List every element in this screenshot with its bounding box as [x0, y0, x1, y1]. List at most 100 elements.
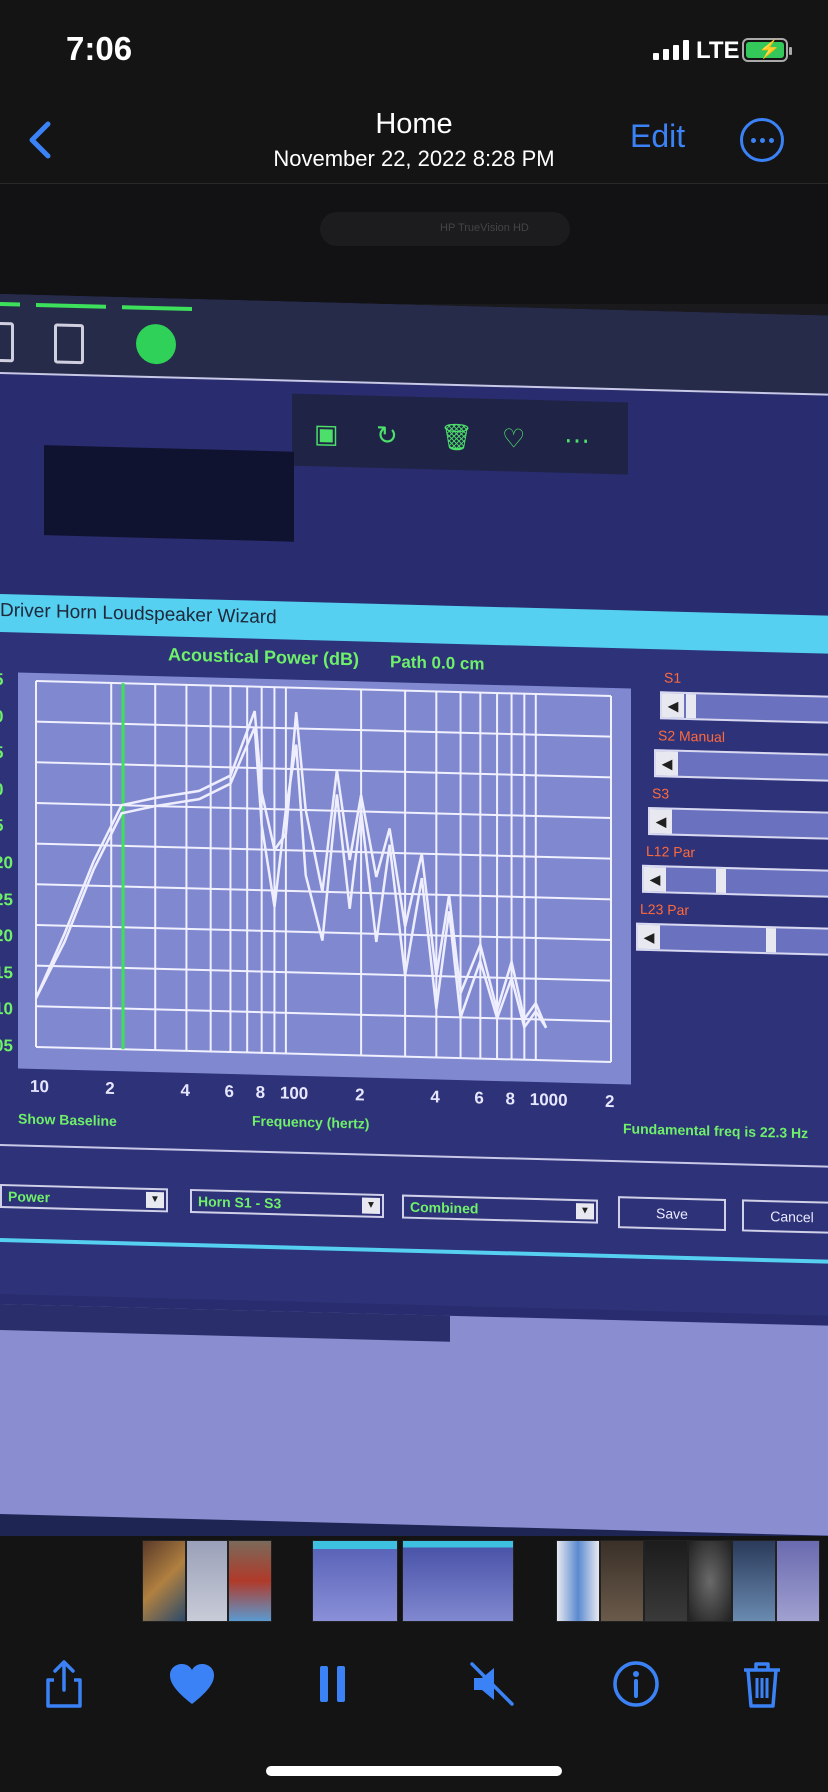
- taskbar: [0, 294, 828, 396]
- trash-icon: 🗑: [440, 421, 474, 453]
- thumbnail-current[interactable]: [402, 1540, 514, 1622]
- chart-title: Acoustical Power (dB): [168, 644, 360, 670]
- thumbnail[interactable]: [732, 1540, 776, 1622]
- slider-thumb: [686, 693, 696, 719]
- x-tick-label: 1000: [529, 1089, 568, 1110]
- album-title: Home: [375, 108, 453, 140]
- x-tick-label: 4: [430, 1087, 440, 1107]
- parameter-slider: ◀: [654, 749, 828, 783]
- cellular-signal-icon: [653, 40, 689, 60]
- slider-label: S3: [652, 785, 670, 802]
- thumbnail[interactable]: [600, 1540, 644, 1622]
- slider-thumb: [766, 928, 776, 953]
- thumbnail[interactable]: [186, 1540, 228, 1622]
- x-tick-label: 6: [224, 1081, 234, 1102]
- x-axis-label: Frequency (hertz): [252, 1112, 370, 1132]
- parameter-slider: ◀: [648, 806, 828, 841]
- more-icon: ⋯: [564, 424, 590, 456]
- slider-left-arrow-icon: ◀: [656, 751, 678, 776]
- combo-value: Power: [8, 1188, 51, 1206]
- rotate-icon: ↻: [376, 419, 398, 451]
- battery-charging-icon: ⚡: [742, 38, 792, 62]
- pause-icon[interactable]: [305, 1656, 361, 1712]
- photo-date: November 22, 2022 8:28 PM: [273, 146, 555, 171]
- frequency-response-chart: [34, 679, 612, 1063]
- mute-speaker-icon[interactable]: [464, 1656, 520, 1712]
- thumbnail[interactable]: [312, 1540, 398, 1622]
- favorite-heart-icon[interactable]: [164, 1656, 220, 1712]
- info-icon[interactable]: [608, 1656, 664, 1712]
- y-tick-label: 0: [0, 706, 4, 726]
- parameter-slider: ◀: [636, 922, 828, 956]
- x-tick-label: 10: [30, 1076, 49, 1097]
- trash-icon[interactable]: [734, 1656, 790, 1712]
- plot-area: [18, 672, 631, 1085]
- thumbnail[interactable]: [228, 1540, 272, 1622]
- x-tick-label: 2: [355, 1085, 365, 1105]
- x-tick-label: 8: [255, 1082, 266, 1102]
- spotify-icon: [136, 323, 176, 365]
- y-tick-label: 25: [0, 889, 13, 909]
- y-tick-label: 0: [0, 779, 4, 799]
- thumbnail[interactable]: [688, 1540, 732, 1622]
- more-options-icon[interactable]: [740, 118, 784, 162]
- x-tick-label: 2: [105, 1078, 115, 1099]
- slider-thumb: [716, 868, 726, 894]
- x-tick-label: 2: [605, 1091, 615, 1112]
- x-tick-label: 100: [279, 1083, 309, 1104]
- slider-label: S1: [664, 669, 682, 686]
- separator: [0, 1144, 828, 1168]
- status-time: 7:06: [66, 30, 133, 67]
- photo-viewer-toolbar: ▣ ↻ 🗑 ♡ ⋯: [292, 393, 628, 475]
- thumbnail[interactable]: [776, 1540, 820, 1622]
- share-icon[interactable]: [36, 1656, 92, 1712]
- status-bar: 7:06 LTE ⚡: [0, 0, 828, 96]
- photo-toolbar: [0, 1626, 828, 1792]
- window-title: Driver Horn Loudspeaker Wizard: [0, 594, 828, 654]
- network-type: LTE: [696, 37, 740, 64]
- y-tick-label: 5: [0, 669, 4, 690]
- combo-value: Combined: [410, 1198, 479, 1217]
- slider-label: S2 Manual: [658, 727, 725, 745]
- x-tick-label: 8: [505, 1089, 516, 1109]
- output-combo: Power ▼: [0, 1184, 168, 1213]
- y-tick-label: 05: [0, 1035, 13, 1056]
- y-tick-label: 15: [0, 962, 13, 983]
- heart-icon: ♡: [502, 423, 526, 454]
- slider-left-arrow-icon: ◀: [650, 809, 672, 834]
- background-window: [44, 445, 294, 542]
- wizard-window: Driver Horn Loudspeaker Wizard Acoustica…: [0, 594, 828, 1316]
- y-tick-label: 20: [0, 926, 13, 946]
- edit-button[interactable]: Edit: [630, 118, 685, 155]
- y-tick-label: 10: [0, 999, 13, 1019]
- thumbnail[interactable]: [556, 1540, 600, 1622]
- parameter-slider: ◀: [642, 864, 828, 899]
- slider-left-arrow-icon: ◀: [644, 866, 666, 892]
- dropdown-arrow-icon: ▼: [362, 1197, 380, 1214]
- taskbar-indicator: [122, 305, 192, 312]
- photo-image[interactable]: HP TrueVision HD ▣ ↻ 🗑 ♡ ⋯ Driver Horn L…: [0, 184, 828, 1536]
- slider-label: L23 Par: [640, 900, 690, 919]
- series-line-1: [34, 710, 548, 1029]
- parameter-slider: ◀: [660, 691, 828, 725]
- fundamental-frequency: Fundamental freq is 22.3 Hz: [623, 1120, 809, 1142]
- laptop-bezel: HP TrueVision HD: [0, 184, 828, 304]
- webcam-label: HP TrueVision HD: [440, 222, 529, 234]
- y-tick-label: 5: [0, 743, 4, 763]
- x-tick-label: 4: [180, 1080, 190, 1100]
- photo-nav-bar: Home November 22, 2022 8:28 PM Edit: [0, 96, 828, 184]
- slider-label: L12 Par: [646, 842, 696, 861]
- chart-subtitle: Path 0.0 cm: [390, 652, 485, 674]
- thumbnail[interactable]: [644, 1540, 688, 1622]
- cancel-button: Cancel: [742, 1199, 828, 1235]
- photo-filmstrip: [0, 1536, 828, 1626]
- section-combo: Horn S1 - S3 ▼: [190, 1188, 384, 1219]
- dropdown-arrow-icon: ▼: [576, 1203, 594, 1220]
- window-border: [0, 1238, 828, 1264]
- edit-image-icon: ▣: [314, 418, 339, 449]
- taskbar-indicator: [0, 302, 20, 307]
- thumbnail[interactable]: [142, 1540, 186, 1622]
- calculator-icon: [54, 323, 84, 365]
- show-baseline-checkbox: Show Baseline: [18, 1110, 117, 1130]
- app-icon: [0, 321, 14, 363]
